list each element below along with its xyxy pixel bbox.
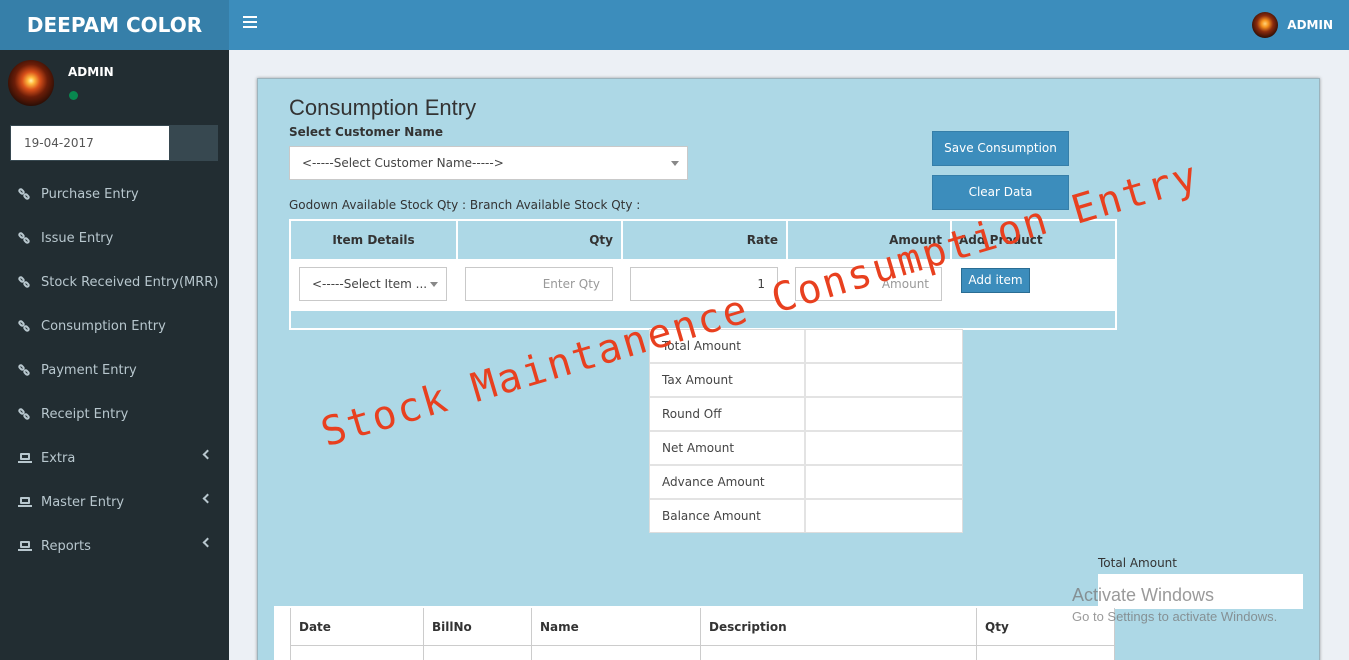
sidebar-item-master-entry[interactable]: Master Entry <box>0 480 229 524</box>
laptop-icon <box>18 451 32 465</box>
caret-down-icon <box>430 282 438 287</box>
sidebar-user-name: ADMIN <box>68 65 114 79</box>
chevron-left-icon <box>202 537 213 548</box>
sidebar-item-label: Consumption Entry <box>41 318 166 334</box>
table-cell <box>701 646 977 660</box>
summary-row-net: Net Amount <box>650 432 962 466</box>
summary-table: Total Amount Tax Amount Round Off Net Am… <box>649 329 963 533</box>
sidebar-item-payment-entry[interactable]: Payment Entry <box>0 348 229 392</box>
item-select[interactable]: <-----Select Item ... <box>299 267 447 301</box>
total-amount-label: Total Amount <box>1098 556 1177 570</box>
user-panel: ADMIN <box>8 60 218 110</box>
bill-table-grid: Date BillNo Name Description Qty <box>290 608 1115 660</box>
stock-availability: Godown Available Stock Qty : Branch Avai… <box>289 198 641 212</box>
bill-header-date: Date <box>291 608 424 646</box>
link-icon <box>17 319 32 333</box>
customer-select-value: <-----Select Customer Name-----> <box>302 156 504 170</box>
sidebar-item-label: Receipt Entry <box>41 406 129 422</box>
summary-label: Round Off <box>650 398 806 430</box>
summary-row-advance: Advance Amount <box>650 466 962 500</box>
sidebar-item-label: Payment Entry <box>41 362 137 378</box>
customer-label: Select Customer Name <box>289 125 444 139</box>
bill-header-description: Description <box>701 608 977 646</box>
sidebar-item-reports[interactable]: Reports <box>0 524 229 568</box>
online-status-icon <box>69 91 78 100</box>
summary-label: Advance Amount <box>650 466 806 498</box>
user-menu[interactable]: ADMIN <box>1252 12 1333 38</box>
caret-down-icon <box>671 161 679 166</box>
laptop-icon <box>18 495 32 509</box>
item-select-value: <-----Select Item ... <box>312 277 428 291</box>
page-title: Consumption Entry <box>289 95 477 120</box>
sidebar-menu: Purchase Entry Issue Entry Stock Receive… <box>0 172 229 568</box>
summary-row-balance: Balance Amount <box>650 500 962 534</box>
summary-label: Tax Amount <box>650 364 806 396</box>
bill-header-billno: BillNo <box>424 608 532 646</box>
link-icon <box>17 275 32 289</box>
sidebar-item-stock-received-entry[interactable]: Stock Received Entry(MRR) <box>0 260 229 304</box>
sidebar-item-label: Purchase Entry <box>41 186 139 202</box>
chevron-left-icon <box>202 493 213 504</box>
table-cell <box>532 646 701 660</box>
sidebar-item-receipt-entry[interactable]: Receipt Entry <box>0 392 229 436</box>
activation-title: Activate Windows <box>1072 585 1215 605</box>
date-input[interactable]: 19-04-2017 <box>11 126 169 160</box>
activation-subtitle: Go to Settings to activate Windows. <box>1072 609 1278 624</box>
avatar <box>8 60 54 106</box>
bill-header-name: Name <box>532 608 701 646</box>
summary-row-round-off: Round Off <box>650 398 962 432</box>
link-icon <box>17 231 32 245</box>
header-rate: Rate <box>623 221 788 259</box>
header-item-details: Item Details <box>291 221 458 259</box>
table-cell <box>291 646 424 660</box>
chevron-left-icon <box>202 449 213 460</box>
add-item-button[interactable]: Add item <box>961 268 1030 293</box>
sidebar-item-label: Master Entry <box>41 494 125 510</box>
sidebar-item-label: Issue Entry <box>41 230 114 246</box>
date-box: 19-04-2017 <box>10 125 218 161</box>
table-cell <box>424 646 532 660</box>
sidebar-item-issue-entry[interactable]: Issue Entry <box>0 216 229 260</box>
table-cell <box>977 646 1115 660</box>
user-name-top: ADMIN <box>1287 18 1333 32</box>
bill-table: Date BillNo Name Description Qty <box>274 606 1115 660</box>
sidebar-item-label: Stock Received Entry(MRR) <box>41 274 219 290</box>
link-icon <box>17 363 32 377</box>
top-navbar: ADMIN <box>229 0 1349 50</box>
menu-toggle-icon[interactable] <box>243 16 257 34</box>
sidebar-item-extra[interactable]: Extra <box>0 436 229 480</box>
sidebar-item-purchase-entry[interactable]: Purchase Entry <box>0 172 229 216</box>
link-icon <box>17 407 32 421</box>
save-consumption-button[interactable]: Save Consumption <box>932 131 1069 166</box>
sidebar-item-label: Extra <box>41 450 76 466</box>
windows-activation-notice: Activate Windows Go to Settings to activ… <box>1072 585 1277 624</box>
avatar <box>1252 12 1279 38</box>
summary-label: Net Amount <box>650 432 806 464</box>
sidebar-item-consumption-entry[interactable]: Consumption Entry <box>0 304 229 348</box>
link-icon <box>17 187 32 201</box>
sidebar-item-label: Reports <box>41 538 91 554</box>
customer-select[interactable]: <-----Select Customer Name-----> <box>289 146 688 180</box>
brand-logo[interactable]: DEEPAM COLOR <box>0 0 229 50</box>
header-qty: Qty <box>458 221 623 259</box>
qty-input[interactable]: Enter Qty <box>465 267 613 301</box>
summary-row-tax: Tax Amount <box>650 364 962 398</box>
laptop-icon <box>18 539 32 553</box>
sidebar: ADMIN 19-04-2017 Purchase Entry Issue En… <box>0 50 229 660</box>
summary-label: Balance Amount <box>650 500 806 532</box>
